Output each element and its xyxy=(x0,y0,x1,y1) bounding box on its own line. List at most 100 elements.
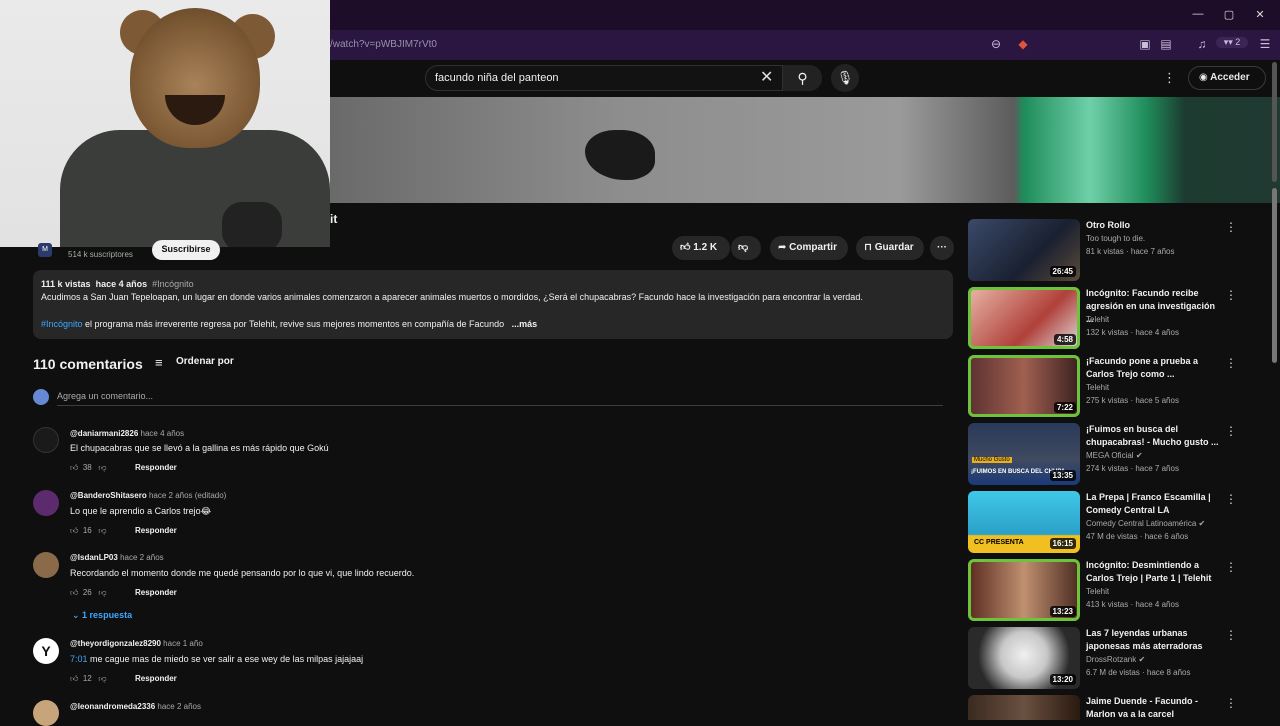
video-player[interactable] xyxy=(330,97,1280,203)
timestamp-link[interactable]: 7:01 xyxy=(70,654,88,664)
sidebar-channel[interactable]: Telehit xyxy=(1086,587,1109,596)
thumbs-down-icon[interactable]: 👎︎ xyxy=(98,463,106,472)
comment-time[interactable]: hace 1 año xyxy=(163,639,203,648)
sidebar-video-title[interactable]: Otro Rollo xyxy=(1086,219,1221,232)
comment-username[interactable]: @theyordigonzalez8290 xyxy=(70,639,161,648)
sidebar-video-title[interactable]: Las 7 leyendas urbanas japonesas más ate… xyxy=(1086,627,1221,653)
comment-username[interactable]: @IsdanLP03 xyxy=(70,553,118,562)
sidebar-video-title[interactable]: Incógnito: Desmintiendo a Carlos Trejo |… xyxy=(1086,559,1221,585)
comment-avatar[interactable] xyxy=(33,552,59,578)
share-button[interactable]: ➦ Compartir xyxy=(770,236,848,260)
sidebar-video-title[interactable]: ¡Facundo pone a prueba a Carlos Trejo co… xyxy=(1086,355,1221,381)
dislike-button[interactable]: 👎︎ xyxy=(731,236,761,260)
thumbs-up-icon[interactable]: 👍︎ xyxy=(70,674,78,683)
comment-author[interactable]: @daniarmani2826 hace 4 años xyxy=(70,429,184,438)
sidebar-channel[interactable]: Telehit xyxy=(1086,383,1109,392)
thumbs-up-icon[interactable]: 👍︎ xyxy=(70,526,78,535)
video-thumbnail[interactable]: 7:22 xyxy=(968,355,1080,417)
reply-button[interactable]: Responder xyxy=(135,526,177,535)
thumbs-down-icon[interactable]: 👎︎ xyxy=(98,588,106,597)
channel-avatar[interactable]: M xyxy=(38,243,52,257)
comment-avatar[interactable]: Y xyxy=(33,638,59,664)
signin-button[interactable]: ◉ Acceder xyxy=(1188,66,1266,90)
sidebar-icon[interactable]: ▤ xyxy=(1158,37,1174,51)
scrollbar-track[interactable] xyxy=(1272,62,1277,182)
video-thumbnail[interactable]: 13:20 xyxy=(968,627,1080,689)
scrollbar-thumb[interactable] xyxy=(1272,188,1277,363)
sort-button[interactable]: Ordenar por xyxy=(176,356,234,367)
thumbs-up-icon[interactable]: 👍︎ xyxy=(70,588,78,597)
save-button[interactable]: ⊓ Guardar xyxy=(856,236,924,260)
comment-author[interactable]: @theyordigonzalez8290 hace 1 año xyxy=(70,639,203,648)
add-comment-input[interactable]: Agrega un comentario... xyxy=(57,391,153,401)
video-thumbnail[interactable] xyxy=(968,695,1080,720)
thumbs-up-icon[interactable]: 👍︎ xyxy=(70,463,78,472)
more-icon[interactable]: ⋮ xyxy=(1225,560,1237,574)
subscribe-button[interactable]: Suscribirse xyxy=(152,240,220,260)
more-icon[interactable]: ⋮ xyxy=(1225,220,1237,234)
more-icon[interactable]: ⋮ xyxy=(1225,356,1237,370)
comment-author[interactable]: @BanderoShitasero hace 2 años (editado) xyxy=(70,491,226,500)
comment-username[interactable]: @daniarmani2826 xyxy=(70,429,138,438)
sort-icon[interactable]: ≡ xyxy=(155,355,163,370)
video-thumbnail[interactable]: 13:23 xyxy=(968,559,1080,621)
hashtag[interactable]: #Incógnito xyxy=(152,279,194,289)
sidebar-video-title[interactable]: La Prepa | Franco Escamilla | Comedy Cen… xyxy=(1086,491,1221,517)
sidebar-video-title[interactable]: ¡Fuimos en busca del chupacabras! - Much… xyxy=(1086,423,1221,449)
comment-avatar[interactable] xyxy=(33,427,59,453)
show-replies-button[interactable]: ⌄ 1 respuesta xyxy=(72,610,132,621)
reader-icon[interactable]: ▣ xyxy=(1137,37,1153,51)
search-input[interactable]: facundo niña del panteon xyxy=(435,72,559,84)
clear-search-icon[interactable]: ✕ xyxy=(760,67,773,87)
video-thumbnail[interactable]: Mucho Gusto ¡FUIMOS EN BUSCA DEL CHUPA 1… xyxy=(968,423,1080,485)
channel-name[interactable]: MEGA Oficial xyxy=(1086,451,1134,460)
comment-avatar[interactable] xyxy=(33,490,59,516)
channel-name[interactable]: Comedy Central Latinoamérica xyxy=(1086,519,1196,528)
close-window-icon[interactable]: ✕ xyxy=(1250,8,1270,21)
comment-time[interactable]: hace 2 años (editado) xyxy=(149,491,226,500)
maximize-icon[interactable]: ▢ xyxy=(1219,8,1239,21)
sidebar-channel[interactable]: Too tough to die. xyxy=(1086,234,1145,243)
comment-time[interactable]: hace 2 años xyxy=(120,553,164,562)
more-icon[interactable]: ⋮ xyxy=(1225,628,1237,642)
thumbs-down-icon[interactable]: 👎︎ xyxy=(98,526,106,535)
comment-time[interactable]: hace 4 años xyxy=(141,429,185,438)
comment-author[interactable]: @IsdanLP03 hace 2 años xyxy=(70,553,164,562)
zoom-icon[interactable]: ⊖ xyxy=(988,37,1004,51)
sidebar-channel[interactable]: DrossRotzank ✔ xyxy=(1086,655,1145,664)
show-more-button[interactable]: ...más xyxy=(512,319,538,329)
hashtag-link[interactable]: #Incógnito xyxy=(41,319,83,329)
reply-button[interactable]: Responder xyxy=(135,674,177,683)
comment-username[interactable]: @BanderoShitasero xyxy=(70,491,147,500)
more-icon[interactable]: ⋮ xyxy=(1225,492,1237,506)
sidebar-channel[interactable]: MEGA Oficial ✔ xyxy=(1086,451,1143,460)
minimize-icon[interactable]: — xyxy=(1188,8,1208,20)
thumbs-down-icon[interactable]: 👎︎ xyxy=(98,674,106,683)
mic-icon[interactable]: 🎙 xyxy=(831,64,859,92)
url-text[interactable]: /watch?v=pWBJIM7rVt0 xyxy=(330,39,437,50)
menu-icon[interactable]: ☰ xyxy=(1257,37,1273,51)
more-icon[interactable]: ⋮ xyxy=(1225,288,1237,302)
like-button[interactable]: 👍︎ 1.2 K xyxy=(672,236,730,260)
search-icon[interactable]: ⚲ xyxy=(782,65,822,91)
more-options-icon[interactable]: ⋮ xyxy=(1163,70,1176,86)
comment-avatar[interactable] xyxy=(33,700,59,726)
more-icon[interactable]: ⋮ xyxy=(1225,696,1237,710)
video-thumbnail[interactable]: 4:58 xyxy=(968,287,1080,349)
video-thumbnail[interactable]: CC PRESENTA 16:15 xyxy=(968,491,1080,553)
music-icon[interactable]: ♫ xyxy=(1194,37,1210,51)
extensions-badge[interactable]: ▾▾ 2 xyxy=(1216,37,1248,48)
sidebar-channel[interactable]: Telehit xyxy=(1086,315,1109,324)
sidebar-video-title[interactable]: Jaime Duende - Facundo - Marlon va a la … xyxy=(1086,695,1221,721)
more-actions-button[interactable]: ··· xyxy=(930,236,954,260)
comment-author[interactable]: @leonandromeda2336 hace 2 años xyxy=(70,702,201,711)
comment-time[interactable]: hace 2 años xyxy=(157,702,201,711)
comment-username[interactable]: @leonandromeda2336 xyxy=(70,702,155,711)
video-thumbnail[interactable]: 26:45 xyxy=(968,219,1080,281)
more-icon[interactable]: ⋮ xyxy=(1225,424,1237,438)
channel-name[interactable]: DrossRotzank xyxy=(1086,655,1136,664)
reply-button[interactable]: Responder xyxy=(135,463,177,472)
sidebar-channel[interactable]: Comedy Central Latinoamérica ✔ xyxy=(1086,519,1205,528)
reply-button[interactable]: Responder xyxy=(135,588,177,597)
brave-shield-icon[interactable]: ◆ xyxy=(1015,37,1031,51)
